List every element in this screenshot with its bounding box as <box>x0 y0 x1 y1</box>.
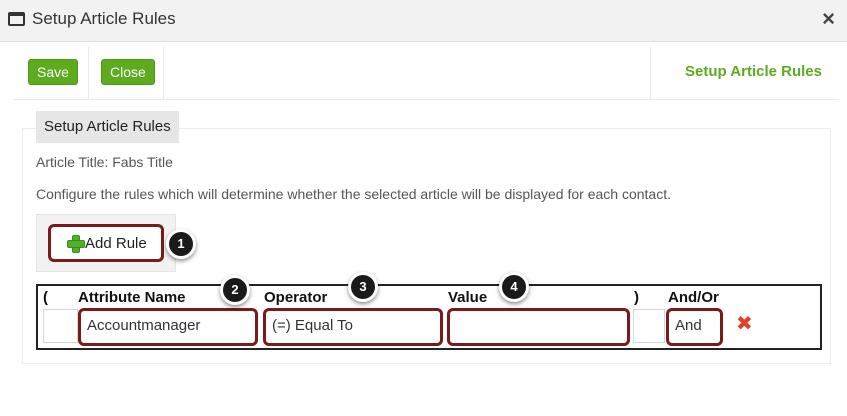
close-button[interactable]: Close <box>101 59 155 85</box>
toolbar: Save Close Setup Article Rules <box>14 43 838 100</box>
plus-icon <box>67 235 85 253</box>
dialog-titlebar: Setup Article Rules × <box>0 0 847 42</box>
panel-description: Configure the rules which will determine… <box>36 186 671 202</box>
value-input[interactable] <box>447 308 630 346</box>
save-button[interactable]: Save <box>28 59 78 85</box>
operator-select[interactable]: (=) Equal To <box>263 308 443 346</box>
open-paren-input[interactable] <box>43 309 78 343</box>
step-badge-2: 2 <box>220 275 250 305</box>
add-rule-label: Add Rule <box>85 235 147 252</box>
header-operator: Operator <box>264 289 328 306</box>
add-rule-button[interactable]: Add Rule <box>48 224 164 262</box>
step-badge-3: 3 <box>348 272 378 302</box>
header-value: Value <box>448 289 488 306</box>
step-badge-1: 1 <box>166 229 196 259</box>
toolbar-divider <box>650 47 651 100</box>
dialog-title: Setup Article Rules <box>32 9 176 28</box>
header-close-paren: ) <box>634 289 639 306</box>
and-or-select[interactable]: And <box>666 308 723 346</box>
header-open-paren: ( <box>43 289 48 306</box>
window-icon <box>8 12 25 26</box>
article-title: Article Title: Fabs Title <box>36 154 173 170</box>
toolbar-heading: Setup Article Rules <box>685 63 822 80</box>
toolbar-divider <box>163 47 164 100</box>
close-icon[interactable]: × <box>822 7 835 31</box>
header-and-or: And/Or <box>668 289 719 306</box>
toolbar-divider <box>88 47 89 100</box>
attribute-name-select[interactable]: Accountmanager <box>78 308 258 346</box>
delete-icon[interactable]: ✖ <box>736 314 753 334</box>
step-badge-4: 4 <box>499 272 529 302</box>
panel-tab: Setup Article Rules <box>36 111 179 143</box>
header-attribute-name: Attribute Name <box>78 289 186 306</box>
close-paren-input[interactable] <box>633 309 665 343</box>
